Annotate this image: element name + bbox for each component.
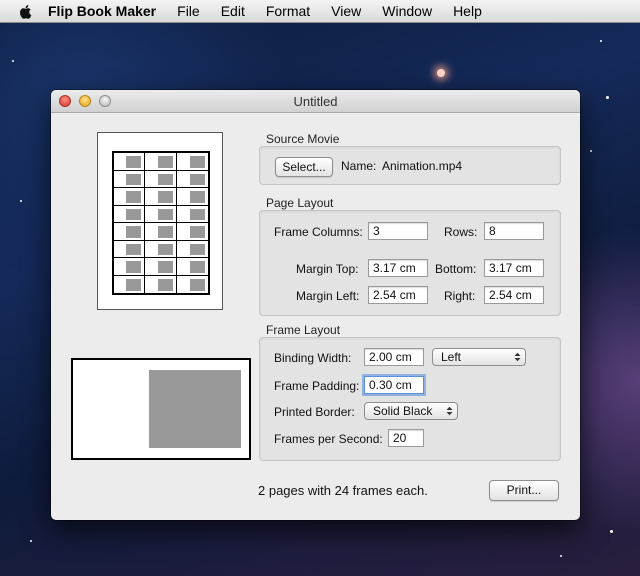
- select-button[interactable]: Select...: [275, 157, 333, 177]
- frame-columns-label: Frame Columns:: [274, 225, 363, 239]
- main-window: Untitled Source Movie Select... Name: An…: [51, 90, 580, 520]
- printed-border-value: Solid Black: [373, 404, 433, 418]
- title-bar[interactable]: Untitled: [51, 90, 580, 113]
- frame-cell: [114, 188, 146, 206]
- frame-cell: [114, 258, 146, 276]
- source-movie-group: Select... Name: Animation.mp4: [259, 146, 561, 185]
- menu-window[interactable]: Window: [382, 3, 432, 19]
- frame-layout-group: Binding Width: 2.00 cm Left Frame Paddin…: [259, 337, 561, 461]
- frame-cell: [176, 171, 208, 188]
- binding-side-value: Left: [441, 350, 462, 364]
- frame-cell: [114, 205, 146, 223]
- frame-cell: [176, 241, 208, 258]
- right-field[interactable]: 2.54 cm: [484, 286, 544, 304]
- frame-cell: [176, 153, 208, 171]
- margin-top-field[interactable]: 3.17 cm: [368, 259, 428, 277]
- frame-padding-label: Frame Padding:: [274, 379, 360, 393]
- frame-cell: [114, 240, 146, 258]
- frame-cell: [145, 153, 177, 171]
- menu-view[interactable]: View: [331, 3, 361, 19]
- fps-label: Frames per Second:: [274, 432, 383, 446]
- frame-cell: [114, 170, 146, 188]
- star: [610, 530, 613, 533]
- star: [20, 200, 22, 202]
- menu-app-name[interactable]: Flip Book Maker: [48, 3, 156, 19]
- printed-border-popup[interactable]: Solid Black: [364, 402, 458, 420]
- print-button[interactable]: Print...: [489, 480, 559, 501]
- frame-padding-field[interactable]: 0.30 cm: [364, 376, 424, 394]
- frame-cell: [176, 258, 208, 276]
- frame-cell: [145, 275, 177, 293]
- movie-name-value: Animation.mp4: [382, 159, 463, 173]
- rows-field[interactable]: 8: [484, 222, 544, 240]
- frame-cell: [145, 188, 177, 206]
- frame-cell: [145, 258, 177, 276]
- frame-cell: [177, 276, 208, 294]
- status-text: 2 pages with 24 frames each.: [258, 483, 428, 498]
- right-label: Right:: [444, 289, 476, 303]
- menu-help[interactable]: Help: [453, 3, 482, 19]
- frame-cell: [145, 170, 177, 188]
- frame-cell: [114, 223, 146, 241]
- menu-file[interactable]: File: [177, 3, 200, 19]
- frame-columns-field[interactable]: 3: [368, 222, 428, 240]
- margin-left-field[interactable]: 2.54 cm: [368, 286, 428, 304]
- page-frame-grid: [112, 151, 210, 295]
- page-layout-group: Frame Columns: 3 Rows: 8 Margin Top: 3.1…: [259, 210, 561, 316]
- star: [30, 540, 32, 542]
- page-layout-label: Page Layout: [266, 196, 334, 210]
- frame-cell: [145, 240, 177, 258]
- bottom-field[interactable]: 3.17 cm: [484, 259, 544, 277]
- menu-bar: Flip Book Maker File Edit Format View Wi…: [0, 0, 640, 23]
- frame-layout-label: Frame Layout: [266, 323, 341, 337]
- menu-edit[interactable]: Edit: [221, 3, 245, 19]
- star: [606, 96, 609, 99]
- bottom-label: Bottom:: [435, 262, 477, 276]
- menu-format[interactable]: Format: [266, 3, 310, 19]
- name-label: Name:: [341, 159, 377, 173]
- margin-left-label: Margin Left:: [296, 289, 360, 303]
- frame-cell: [176, 223, 208, 241]
- window-title: Untitled: [293, 94, 338, 109]
- frame-cell: [114, 153, 146, 171]
- frame-cell: [176, 206, 208, 223]
- binding-width-label: Binding Width:: [274, 351, 352, 365]
- margin-top-label: Margin Top:: [296, 262, 359, 276]
- star: [560, 555, 562, 557]
- frame-cell: [145, 205, 177, 223]
- frame-cell: [145, 223, 177, 241]
- binding-side-popup[interactable]: Left: [432, 348, 526, 366]
- frame-cell: [114, 275, 146, 293]
- frame-image-area: [149, 370, 241, 448]
- binding-width-field[interactable]: 2.00 cm: [364, 348, 424, 366]
- source-movie-label: Source Movie: [266, 132, 340, 146]
- chevron-updown-icon: [446, 406, 453, 416]
- chevron-updown-icon: [514, 352, 521, 362]
- fps-field[interactable]: 20: [388, 429, 424, 447]
- star: [600, 40, 602, 42]
- page-preview: [97, 132, 223, 310]
- star: [12, 60, 14, 62]
- star: [437, 69, 445, 77]
- frame-cell: [176, 188, 208, 206]
- apple-menu-icon[interactable]: [18, 3, 34, 20]
- frame-preview: [71, 358, 251, 460]
- rows-label: Rows:: [444, 225, 478, 239]
- star: [590, 150, 592, 152]
- printed-border-label: Printed Border:: [274, 405, 355, 419]
